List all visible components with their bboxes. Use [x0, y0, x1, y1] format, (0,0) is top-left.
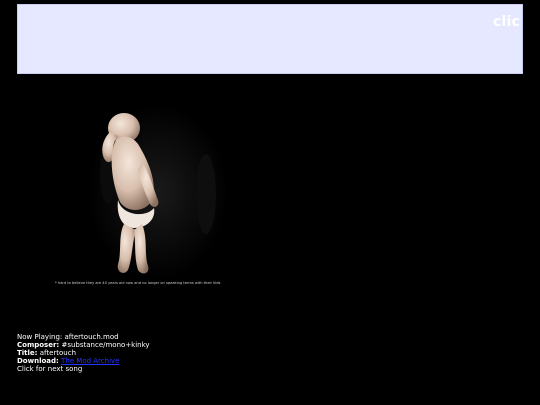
now-playing-label: Now Playing:: [17, 333, 63, 341]
download-row: Download: The Mod Archive: [17, 357, 150, 365]
dancing-baby-image: [88, 104, 228, 280]
banner[interactable]: clic: [17, 4, 523, 74]
now-playing-panel: Now Playing: aftertouch.mod Composer: #s…: [17, 333, 150, 373]
title-row: Title: aftertouch: [17, 349, 150, 357]
download-label: Download:: [17, 357, 59, 365]
now-playing-row: Now Playing: aftertouch.mod: [17, 333, 150, 341]
banner-text: clic: [493, 14, 520, 30]
title-value: aftertouch: [39, 349, 77, 357]
dancing-baby-illustration: [88, 104, 228, 280]
title-label: Title:: [17, 349, 38, 357]
composer-label: Composer:: [17, 341, 60, 349]
image-caption: * hard to believe they are 40 years old …: [55, 281, 221, 285]
now-playing-value: aftertouch.mod: [64, 333, 119, 341]
composer-row: Composer: #substance/mono+kinky: [17, 341, 150, 349]
composer-value: #substance/mono+kinky: [61, 341, 150, 349]
next-song-link[interactable]: Click for next song: [17, 365, 150, 373]
download-link[interactable]: The Mod Archive: [61, 357, 119, 365]
